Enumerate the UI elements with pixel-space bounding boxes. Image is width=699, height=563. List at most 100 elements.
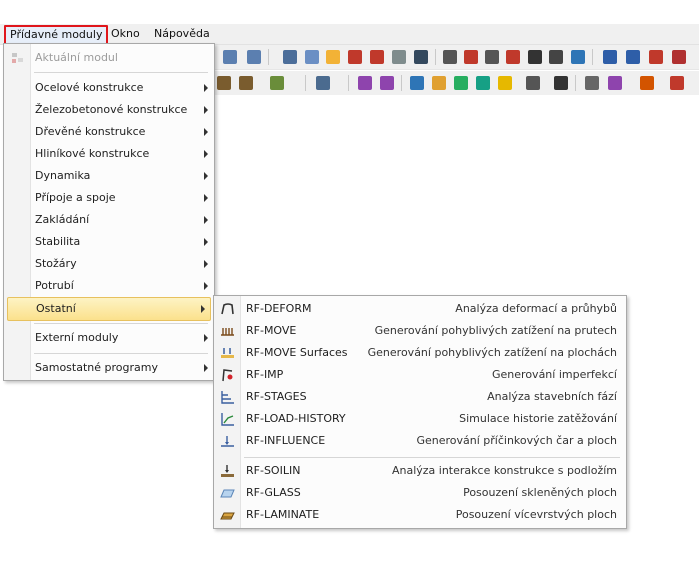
menu-item-zelezobetonove-konstrukce[interactable]: Železobetonové konstrukce bbox=[5, 99, 213, 121]
menu-item-label: Potrubí bbox=[35, 279, 74, 292]
menu-item-label: Ocelové konstrukce bbox=[35, 81, 144, 94]
menu-item-potrubi[interactable]: Potrubí bbox=[5, 275, 213, 297]
submenu-item-label: RF-INFLUENCE bbox=[246, 434, 326, 447]
submenu-item-rf-imp[interactable]: RF-IMP Generování imperfekcí bbox=[215, 364, 625, 386]
submenu-item-description: Generování pohyblivých zatížení na prute… bbox=[374, 324, 617, 337]
toolbar-icon[interactable] bbox=[370, 50, 384, 64]
submenu-item-rf-stages[interactable]: RF-STAGES Analýza stavebních fází bbox=[215, 386, 625, 408]
menu-item-ocelove-konstrukce[interactable]: Ocelové konstrukce bbox=[5, 77, 213, 99]
toolbar-icon[interactable] bbox=[603, 50, 617, 64]
toolbar-icon[interactable] bbox=[498, 76, 512, 90]
toolbar-icon[interactable] bbox=[649, 50, 663, 64]
toolbar-icon[interactable] bbox=[443, 50, 457, 64]
submenu-item-label: RF-LAMINATE bbox=[246, 508, 320, 521]
toolbar-row-2 bbox=[213, 71, 699, 95]
toolbar-icon[interactable] bbox=[305, 50, 319, 64]
toolbar-icon[interactable] bbox=[506, 50, 520, 64]
toolbar-icon[interactable] bbox=[585, 76, 599, 90]
toolbar-icon[interactable] bbox=[239, 76, 253, 90]
menu-pridavne-moduls[interactable]: Přídavné moduly bbox=[4, 25, 109, 45]
menu-item-dynamika[interactable]: Dynamika bbox=[5, 165, 213, 187]
toolbar-icon[interactable] bbox=[454, 76, 468, 90]
toolbar-icon[interactable] bbox=[528, 50, 542, 64]
toolbar-icon[interactable] bbox=[348, 50, 362, 64]
toolbar-icon[interactable] bbox=[410, 76, 424, 90]
toolbar-icon[interactable] bbox=[247, 50, 261, 64]
menu-item-stozary[interactable]: Stožáry bbox=[5, 253, 213, 275]
submenu-item-rf-soilin[interactable]: RF-SOILIN Analýza interakce konstrukce s… bbox=[215, 460, 625, 482]
menu-item-zakladani[interactable]: Zakládání bbox=[5, 209, 213, 231]
submenu-item-rf-laminate[interactable]: RF-LAMINATE Posouzení vícevrstvých ploch bbox=[215, 504, 625, 526]
menu-item-ostatni[interactable]: Ostatní bbox=[7, 297, 211, 321]
toolbar-icon[interactable] bbox=[380, 76, 394, 90]
toolbar-icon[interactable] bbox=[358, 76, 372, 90]
toolbar-icon[interactable] bbox=[392, 50, 406, 64]
menu-item-label: Stožáry bbox=[35, 257, 77, 270]
menu-item-label: Dynamika bbox=[35, 169, 91, 182]
submenu-item-rf-load-history[interactable]: RF-LOAD-HISTORY Simulace historie zatěžo… bbox=[215, 408, 625, 430]
submenu-item-rf-move-surfaces[interactable]: RF-MOVE Surfaces Generování pohyblivých … bbox=[215, 342, 625, 364]
menu-item-label: Přípoje a spoje bbox=[35, 191, 116, 204]
influence-icon bbox=[221, 436, 234, 447]
toolbar-row-1 bbox=[213, 45, 699, 70]
submenu-item-rf-deform[interactable]: RF-DEFORM Analýza deformací a průhybů bbox=[215, 298, 625, 320]
toolbar-separator bbox=[268, 49, 269, 65]
menu-item-label: Samostatné programy bbox=[35, 361, 158, 374]
menu-item-stabilita[interactable]: Stabilita bbox=[5, 231, 213, 253]
toolbar-icon[interactable] bbox=[526, 76, 540, 90]
menu-item-label: Ostatní bbox=[36, 302, 76, 315]
menu-okno[interactable]: Okno bbox=[108, 26, 143, 42]
submenu-arrow-icon bbox=[204, 334, 208, 342]
menu-separator bbox=[244, 457, 620, 458]
toolbar-icon[interactable] bbox=[554, 76, 568, 90]
deform-icon bbox=[221, 303, 234, 315]
submenu-item-rf-glass[interactable]: RF-GLASS Posouzení skleněných ploch bbox=[215, 482, 625, 504]
move-icon bbox=[221, 328, 234, 336]
menu-item-drevene-konstrukce[interactable]: Dřevěné konstrukce bbox=[5, 121, 213, 143]
submenu-arrow-icon bbox=[204, 84, 208, 92]
toolbar-icon[interactable] bbox=[432, 76, 446, 90]
toolbar-icon[interactable] bbox=[485, 50, 499, 64]
submenu-item-rf-influence[interactable]: RF-INFLUENCE Generování příčinkových čar… bbox=[215, 430, 625, 452]
submenu-arrow-icon bbox=[204, 106, 208, 114]
toolbar-icon[interactable] bbox=[326, 50, 340, 64]
menu-napoveda[interactable]: Nápověda bbox=[151, 26, 213, 42]
submenu-item-description: Analýza stavebních fází bbox=[487, 390, 617, 403]
toolbar-separator bbox=[401, 75, 402, 91]
toolbar-icon[interactable] bbox=[549, 50, 563, 64]
toolbar-icon[interactable] bbox=[223, 50, 237, 64]
menu-bar: Přídavné moduly Okno Nápověda bbox=[0, 24, 699, 45]
toolbar-icon[interactable] bbox=[464, 50, 478, 64]
submenu-item-description: Simulace historie zatěžování bbox=[459, 412, 617, 425]
submenu-item-description: Analýza deformací a průhybů bbox=[455, 302, 617, 315]
submenu-arrow-icon bbox=[204, 194, 208, 202]
submenu-item-description: Posouzení skleněných ploch bbox=[463, 486, 617, 499]
menu-item-samostatne-programy[interactable]: Samostatné programy bbox=[5, 357, 213, 379]
toolbar-icon[interactable] bbox=[608, 76, 622, 90]
toolbar-icon[interactable] bbox=[626, 50, 640, 64]
toolbar-icon[interactable] bbox=[670, 76, 684, 90]
submenu-item-rf-move[interactable]: RF-MOVE Generování pohyblivých zatížení … bbox=[215, 320, 625, 342]
toolbar-icon[interactable] bbox=[571, 50, 585, 64]
menu-separator bbox=[34, 323, 208, 324]
glass-icon bbox=[220, 489, 235, 498]
toolbar-icon[interactable] bbox=[414, 50, 428, 64]
submenu-item-description: Analýza interakce konstrukce s podložím bbox=[391, 464, 617, 477]
toolbar-icon[interactable] bbox=[217, 76, 231, 90]
toolbar-icon[interactable] bbox=[476, 76, 490, 90]
submenu-arrow-icon bbox=[204, 364, 208, 372]
toolbar-icon[interactable] bbox=[270, 76, 284, 90]
menu-item-aktualni-modul[interactable]: Aktuální modul bbox=[5, 47, 213, 69]
toolbar-icon[interactable] bbox=[316, 76, 330, 90]
menu-item-externi-moduly[interactable]: Externí moduly bbox=[5, 327, 213, 349]
submenu-arrow-icon bbox=[201, 305, 205, 313]
toolbar-icon[interactable] bbox=[672, 50, 686, 64]
submenu-item-label: RF-MOVE bbox=[246, 324, 297, 337]
menu-item-hlinikove-konstrukce[interactable]: Hliníkové konstrukce bbox=[5, 143, 213, 165]
menu-item-pripoje-a-spoje[interactable]: Přípoje a spoje bbox=[5, 187, 213, 209]
toolbar-icon[interactable] bbox=[283, 50, 297, 64]
menu-item-label: Dřevěné konstrukce bbox=[35, 125, 146, 138]
submenu-item-description: Posouzení vícevrstvých ploch bbox=[455, 508, 617, 521]
toolbar-icon[interactable] bbox=[640, 76, 654, 90]
window-top-area bbox=[0, 0, 699, 24]
